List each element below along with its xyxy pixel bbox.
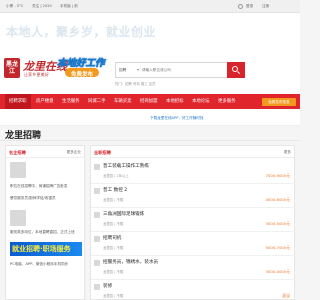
search-box: 招聘 — [115, 62, 245, 78]
job-title[interactable]: 三角洲国际足球锻炼 — [103, 211, 144, 217]
header-hero: 本地人，聚乡岁，就业创业 黑龙江 龙里在线 让家乡更美好 本地好工作 免费发布 … — [0, 13, 300, 94]
recruitment-banner[interactable]: 就业招聘·职场服务 — [10, 242, 82, 256]
job-meta: 龙里县 | 不限 — [103, 270, 124, 274]
nav-item-tenders[interactable]: 本地招标 — [166, 94, 184, 109]
job-salary: 4000-6000元 — [265, 197, 291, 202]
promo-ad-pill: 免费发布 — [65, 68, 99, 78]
job-icon — [94, 164, 100, 170]
chevron-down-icon[interactable] — [137, 69, 139, 71]
search-category[interactable]: 招聘 — [119, 68, 126, 73]
promo-ad-headline: 本地好工作 — [57, 58, 105, 70]
company-logo[interactable] — [10, 210, 26, 226]
nav-item-jobs[interactable]: 招聘求职 — [5, 94, 31, 109]
sub-strip: 下载龙里在线APP，好工作随时找 — [0, 109, 300, 126]
featured-companies-panel: 名企招聘 更多企业 职位在线招聘中，商铺招牌广告批发 餐饮服务员/厨师学徒/收银… — [5, 145, 85, 300]
job-icon — [94, 188, 100, 194]
search-input[interactable] — [142, 64, 222, 76]
job-listing[interactable]: 招服务员，锦绣水，装水员 龙里县 | 不限 3000-4000元 — [91, 256, 294, 280]
job-salary: 3000-5000元 — [265, 221, 291, 226]
job-listing[interactable]: 装修 龙里县 | 不限 面议 — [91, 280, 294, 299]
logo-badge: 黑龙江 — [4, 58, 20, 78]
nav-item-housing[interactable]: 房产楼盘 — [36, 94, 54, 109]
job-meta: 龙里县 | 不限 — [103, 198, 124, 202]
login-link[interactable]: 登录 — [246, 4, 253, 9]
location-weather[interactable]: 小黑 - 5°C — [6, 4, 23, 9]
promo-ad[interactable]: 本地好工作 免费发布 — [57, 55, 107, 79]
panel-heading: 全职招聘 — [94, 149, 111, 155]
job-title[interactable]: 普工 数控 2 — [103, 187, 127, 193]
job-meta: 龙里县 | 不限 — [103, 246, 124, 250]
app-download-tip[interactable]: 下载龙里在线APP，好工作随时找 — [150, 116, 204, 121]
company-desc[interactable]: 职位在线招聘中，商铺招牌广告批发 — [10, 184, 82, 189]
panel-heading: 名企招聘 — [9, 149, 26, 155]
job-icon — [94, 260, 100, 266]
company-desc[interactable]: 餐饮服务员/厨师学徒/收银员 — [10, 196, 82, 201]
panel-header: 名企招聘 更多企业 — [6, 146, 84, 158]
job-title[interactable]: 晋工装载工操作工熟练 — [103, 163, 149, 169]
job-icon — [94, 236, 100, 242]
job-listing[interactable]: 三角洲国际足球锻炼 龙里县 | 不限 3000-5000元 — [91, 208, 294, 232]
nav-item-secondhand[interactable]: 同城二手 — [88, 94, 106, 109]
panel-header: 全职招聘 更多 — [91, 146, 294, 158]
more-companies-link[interactable]: 更多企业 — [67, 150, 81, 155]
job-title[interactable]: 招服务员，锦绣水，装水员 — [103, 259, 158, 265]
company-logo[interactable] — [10, 162, 26, 178]
mobile-link[interactable]: 手机版 | 前 — [60, 4, 78, 9]
job-salary: 5000-7000元 — [265, 245, 291, 250]
job-listing[interactable]: 晋工装载工操作工熟练 龙里县 | 1年以上 7000-9000元 — [91, 160, 294, 184]
more-jobs-link[interactable]: 更多 — [284, 150, 291, 155]
follow-link[interactable]: 关注 | 2020 — [32, 4, 52, 9]
job-title[interactable]: 装修 — [103, 283, 112, 289]
search-hot-keywords: 热门：招聘 司机 普工 店员 — [115, 82, 156, 86]
job-meta: 龙里县 | 不限 — [103, 222, 124, 226]
hero-slogan: 本地人，聚乡岁，就业创业 — [6, 25, 157, 39]
job-salary: 面议 — [282, 293, 290, 298]
job-title[interactable]: 招聘司机 — [103, 235, 121, 241]
main-nav: 招聘求职 房产楼盘 生活服务 同城二手 车辆买卖 招商加盟 本地招标 本地论坛 … — [0, 94, 300, 109]
jobs-panel: 全职招聘 更多 晋工装载工操作工熟练 龙里县 | 1年以上 7000-9000元… — [90, 145, 295, 300]
job-salary: 7000-9000元 — [265, 173, 291, 178]
post-info-button[interactable]: 免费发布信息 — [262, 98, 296, 106]
nav-item-more[interactable]: 更多服务 — [218, 94, 236, 109]
search-button[interactable] — [227, 62, 245, 78]
banner-caption: PC电脑、APP、微信小程序手机同步 — [10, 262, 69, 266]
job-listing[interactable]: 普工 数控 2 龙里县 | 不限 4000-6000元 — [91, 184, 294, 208]
register-link[interactable]: 注册 — [262, 4, 269, 9]
top-bar: 小黑 - 5°C 关注 | 2020 手机版 | 前 登录 注册 — [0, 0, 300, 13]
job-meta: 龙里县 | 不限 — [103, 294, 124, 298]
nav-item-forum[interactable]: 本地论坛 — [192, 94, 210, 109]
nav-item-vehicles[interactable]: 车辆买卖 — [114, 94, 132, 109]
nav-item-services[interactable]: 生活服务 — [62, 94, 80, 109]
job-icon — [94, 212, 100, 218]
logo-tagline: 让家乡更美好 — [24, 72, 50, 77]
job-icon — [94, 284, 100, 290]
nav-item-franchise[interactable]: 招商加盟 — [140, 94, 158, 109]
divider — [0, 140, 300, 141]
company-desc[interactable]: 服务类多岗位，本地直聘直招，正式上班 — [10, 230, 82, 235]
job-meta: 龙里县 | 1年以上 — [103, 174, 129, 178]
job-listing[interactable]: 招聘司机 龙里县 | 不限 5000-7000元 — [91, 232, 294, 256]
user-icon — [238, 4, 243, 9]
job-salary: 3000-4000元 — [265, 269, 291, 274]
